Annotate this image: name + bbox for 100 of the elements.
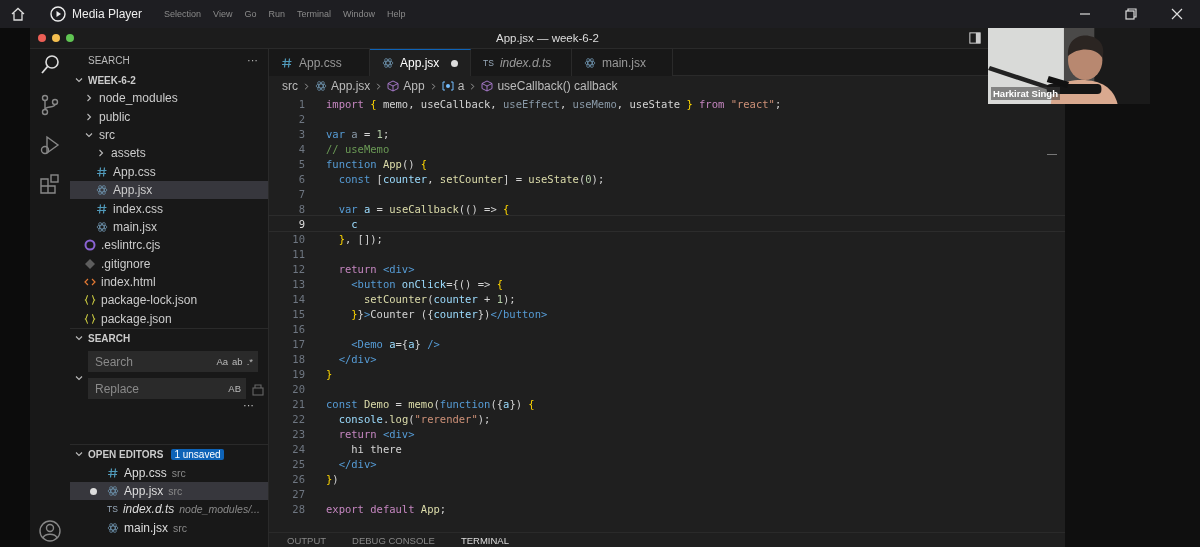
line-number: 22 (291, 412, 305, 425)
file-tree-item[interactable]: .gitignore (70, 254, 268, 273)
menu-item[interactable]: Window (342, 9, 375, 19)
replace-field[interactable]: Replace AB (88, 378, 246, 400)
code-line: c (350, 217, 358, 230)
file-path: src (168, 485, 183, 497)
editor-tab[interactable]: App.jsx (370, 49, 471, 76)
panel-tab[interactable]: TERMINAL (460, 534, 509, 546)
code-line: // useMemo (326, 142, 390, 155)
line-number: 11 (291, 247, 305, 260)
tab-label: App.css (299, 55, 342, 70)
line-number: 14 (291, 292, 305, 305)
code-line: </div> (337, 352, 377, 365)
file-name: App.jsx (113, 183, 153, 198)
breadcrumb-item[interactable]: src (282, 79, 298, 93)
code-line: </div> (337, 457, 377, 470)
line-number: 12 (291, 262, 305, 275)
file-name: App.css (113, 164, 156, 179)
code-line: function App() { (326, 157, 428, 170)
file-tree-item[interactable]: index.css (70, 199, 268, 218)
open-editor-item[interactable]: App.jsx src (70, 481, 268, 501)
folder-header[interactable]: WEEK-6-2 (88, 74, 136, 86)
code-line: const [counter, setCounter] = useState(0); (337, 172, 605, 185)
file-tree-item[interactable]: package-lock.json (70, 291, 268, 310)
file-name: public (99, 109, 131, 124)
menu-item[interactable]: Terminal (296, 9, 331, 19)
app-title: Media Player (72, 7, 143, 21)
menu-item[interactable]: Help (387, 9, 406, 19)
code-line: const Demo = memo(function({a}) { (326, 397, 535, 410)
line-number: 7 (297, 187, 305, 200)
line-number: 15 (291, 307, 305, 320)
section-title: SEARCH (88, 332, 131, 344)
file-tree-item[interactable]: main.jsx (70, 217, 268, 237)
menu-item[interactable]: View (213, 9, 233, 19)
breadcrumb-item[interactable]: App.jsx (331, 79, 371, 93)
file-tree-item[interactable]: App.css (70, 162, 268, 181)
line-number: 20 (291, 382, 305, 395)
editor-tab[interactable]: TS index.d.ts (471, 49, 572, 76)
code-line: hi there (350, 442, 402, 455)
line-number: 9 (297, 217, 305, 230)
line-number: 3 (297, 127, 305, 140)
file-tree-item[interactable]: package.json (70, 309, 268, 329)
open-editor-item[interactable]: App.css src (70, 463, 268, 482)
file-name: index.html (101, 275, 156, 290)
breadcrumb-item[interactable]: a (457, 79, 465, 93)
search-toggle[interactable]: Aa (216, 356, 229, 368)
menu-item[interactable]: Selection (164, 9, 202, 19)
file-tree-item[interactable]: src (70, 125, 268, 145)
search-toggle[interactable]: .* (246, 356, 253, 368)
line-number: 23 (291, 427, 305, 440)
code-line: return <div> (337, 262, 415, 275)
preserve-case-toggle[interactable]: AB (228, 383, 241, 395)
file-name: assets (111, 146, 146, 161)
line-number: 19 (291, 367, 305, 380)
file-path: node_modules/... (179, 503, 260, 516)
tab-label: App.jsx (400, 56, 440, 70)
file-tree-item[interactable]: index.html (70, 272, 268, 292)
code-line: }}>Counter ({counter})</button> (350, 307, 548, 320)
participant-name: Harkirat Singh (991, 87, 1060, 100)
file-tree-item[interactable]: .eslintrc.cjs (70, 236, 268, 255)
file-tree-item[interactable]: node_modules (70, 89, 268, 108)
line-number: 2 (297, 112, 305, 125)
line-number: 1 (297, 97, 305, 110)
file-name: App.jsx (124, 484, 164, 498)
file-name: main.jsx (113, 219, 157, 234)
file-tree-item[interactable]: App.jsx (70, 180, 268, 200)
line-number: 28 (291, 502, 305, 515)
search-field[interactable]: Search Aa ab .* (88, 351, 258, 373)
line-number: 13 (291, 277, 305, 290)
code-line: } (326, 367, 333, 380)
breadcrumb-item[interactable]: useCallback() callback (497, 79, 618, 93)
breadcrumb-item[interactable]: App (403, 79, 425, 93)
line-number: 26 (291, 472, 305, 485)
window-title: App.jsx — week-6-2 (496, 32, 599, 44)
file-tree-item[interactable]: public (70, 107, 268, 126)
line-number: 5 (297, 157, 305, 170)
open-editor-item[interactable]: TS index.d.ts node_modules/... (70, 500, 268, 519)
menu-item[interactable]: Run (268, 9, 285, 19)
line-number: 16 (291, 322, 305, 335)
file-name: package-lock.json (101, 293, 198, 308)
open-editor-item[interactable]: main.jsx src (70, 518, 268, 537)
line-number: 24 (291, 442, 305, 455)
menu-item[interactable]: Go (244, 9, 257, 19)
file-tree-item[interactable]: assets (70, 144, 268, 163)
code-line: export default App; (326, 502, 447, 515)
code-line: <Demo a={a} /> (350, 337, 440, 350)
search-toggle[interactable]: ab (232, 356, 243, 368)
editor-tab[interactable]: main.jsx (572, 49, 673, 76)
line-number: 21 (291, 397, 305, 410)
file-name: index.d.ts (122, 502, 175, 517)
more-button[interactable]: ··· (247, 54, 258, 66)
panel-tab[interactable]: OUTPUT (287, 534, 327, 546)
more-button[interactable]: ··· (243, 399, 254, 412)
file-type-label: TS (107, 504, 118, 515)
code-line: import { memo, useCallback, useEffect, useMemo, useState } from "react"; (326, 97, 782, 110)
panel-tab[interactable]: DEBUG CONSOLE (352, 534, 435, 546)
unsaved-badge: 1 unsaved (171, 448, 224, 460)
code-line: }) (326, 472, 339, 485)
file-name: main.jsx (124, 520, 168, 535)
file-name: .eslintrc.cjs (101, 238, 161, 253)
